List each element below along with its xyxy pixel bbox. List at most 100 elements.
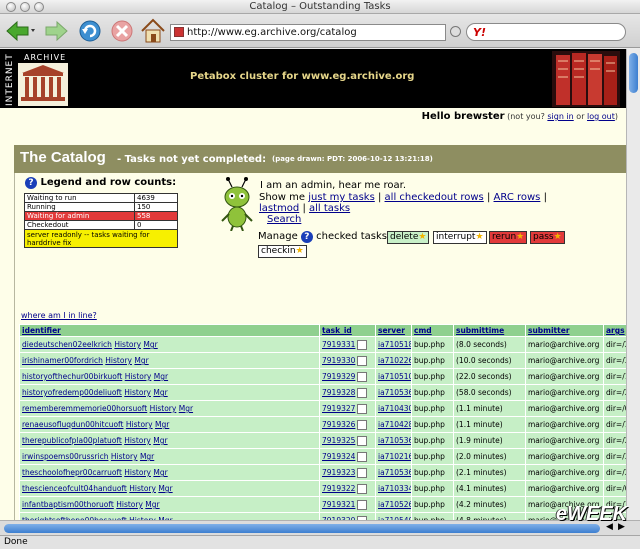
col-submittime[interactable]: submittime bbox=[453, 324, 526, 337]
history-link[interactable]: History bbox=[124, 388, 151, 397]
horizontal-scroll-thumb[interactable] bbox=[4, 524, 600, 533]
col-identifier[interactable]: identifier bbox=[19, 324, 320, 337]
identifier-link[interactable]: irwinspoems00russrich bbox=[22, 452, 108, 461]
mgr-link[interactable]: Mgr bbox=[155, 420, 169, 429]
server-link[interactable]: ia710536 bbox=[378, 468, 411, 477]
history-link[interactable]: History bbox=[105, 356, 132, 365]
server-link[interactable]: ia710430 bbox=[378, 404, 411, 413]
search-link[interactable]: Search bbox=[267, 214, 301, 225]
identifier-link[interactable]: therepublicofpla00platuoft bbox=[22, 436, 122, 445]
task-id-link[interactable]: 7919330 bbox=[322, 356, 355, 365]
search-input[interactable]: Y! bbox=[466, 23, 626, 41]
row-checkbox[interactable] bbox=[357, 467, 368, 478]
row-checkbox[interactable] bbox=[357, 387, 368, 398]
history-link[interactable]: History bbox=[129, 484, 156, 493]
mgr-link[interactable]: Mgr bbox=[134, 356, 148, 365]
task-id-link[interactable]: 7919321 bbox=[322, 500, 355, 509]
col-server[interactable]: server bbox=[375, 324, 412, 337]
server-link[interactable]: ia710334 bbox=[378, 484, 411, 493]
task-id-link[interactable]: 7919326 bbox=[322, 420, 355, 429]
home-button[interactable] bbox=[139, 17, 167, 45]
task-id-link[interactable]: 7919331 bbox=[322, 340, 355, 349]
close-window-button[interactable] bbox=[6, 2, 16, 12]
horizontal-scrollbar[interactable]: ◀ ▶ bbox=[0, 520, 640, 535]
identifier-link[interactable]: thescienceofcult04handuoft bbox=[22, 484, 127, 493]
internet-archive-logo[interactable]: INTERNET ARCHIVE bbox=[2, 51, 70, 107]
server-link[interactable]: ia710510 bbox=[378, 372, 411, 381]
history-link[interactable]: History bbox=[126, 420, 153, 429]
row-checkbox[interactable] bbox=[357, 355, 368, 366]
task-id-link[interactable]: 7919329 bbox=[322, 372, 355, 381]
identifier-link[interactable]: renaeusofluqdun00hitcuoft bbox=[22, 420, 124, 429]
vertical-scroll-thumb[interactable] bbox=[629, 53, 638, 93]
back-button[interactable] bbox=[4, 17, 35, 45]
all-checkedout-rows-link[interactable]: all checkedout rows bbox=[385, 192, 484, 203]
server-link[interactable]: ia710536 bbox=[378, 436, 411, 445]
lastmod-link[interactable]: lastmod bbox=[259, 203, 299, 214]
history-link[interactable]: History bbox=[124, 436, 151, 445]
identifier-link[interactable]: irishinamer00fordrich bbox=[22, 356, 103, 365]
mgr-link[interactable]: Mgr bbox=[153, 388, 167, 397]
mgr-link[interactable]: Mgr bbox=[145, 500, 159, 509]
history-link[interactable]: History bbox=[150, 404, 177, 413]
row-checkbox[interactable] bbox=[357, 483, 368, 494]
all-tasks-link[interactable]: all tasks bbox=[309, 203, 350, 214]
col-args[interactable]: args bbox=[603, 324, 626, 337]
history-link[interactable]: History bbox=[111, 452, 138, 461]
task-id-link[interactable]: 7919322 bbox=[322, 484, 355, 493]
address-bar[interactable]: http://www.eg.archive.org/catalog bbox=[170, 24, 446, 41]
log-out-link[interactable]: log out bbox=[587, 112, 615, 121]
history-link[interactable]: History bbox=[125, 372, 152, 381]
history-link[interactable]: History bbox=[124, 468, 151, 477]
history-link[interactable]: History bbox=[116, 500, 143, 509]
col-cmd[interactable]: cmd bbox=[411, 324, 454, 337]
where-am-i-link[interactable]: where am I in line? bbox=[21, 311, 97, 320]
task-id-link[interactable]: 7919328 bbox=[322, 388, 355, 397]
interrupt-button[interactable]: interrupt★ bbox=[433, 231, 487, 244]
row-checkbox[interactable] bbox=[357, 371, 368, 382]
zoom-window-button[interactable] bbox=[34, 2, 44, 12]
history-link[interactable]: History bbox=[114, 340, 141, 349]
server-link[interactable]: ia710526 bbox=[378, 500, 411, 509]
identifier-link[interactable]: rememberemmemorie00horsuoft bbox=[22, 404, 147, 413]
row-checkbox[interactable] bbox=[357, 499, 368, 510]
mgr-link[interactable]: Mgr bbox=[153, 436, 167, 445]
identifier-link[interactable]: theschoolofhepr00carruoft bbox=[22, 468, 122, 477]
identifier-link[interactable]: historyofredemp00deliuoft bbox=[22, 388, 122, 397]
identifier-link[interactable]: historyofthechur00birkuoft bbox=[22, 372, 122, 381]
col-submitter[interactable]: submitter bbox=[525, 324, 604, 337]
just-my-tasks-link[interactable]: just my tasks bbox=[308, 192, 375, 203]
forward-button[interactable] bbox=[42, 17, 70, 45]
pass-button[interactable]: pass★ bbox=[530, 231, 565, 244]
identifier-link[interactable]: diedeutschen02eelkrich bbox=[22, 340, 112, 349]
help-icon[interactable]: ? bbox=[300, 231, 313, 243]
col-task-id[interactable]: task_id bbox=[319, 324, 376, 337]
mgr-link[interactable]: Mgr bbox=[153, 468, 167, 477]
row-checkbox[interactable] bbox=[357, 451, 368, 462]
row-checkbox[interactable] bbox=[357, 435, 368, 446]
delete-button[interactable]: delete★ bbox=[387, 231, 430, 244]
task-id-link[interactable]: 7919324 bbox=[322, 452, 355, 461]
vertical-scrollbar[interactable] bbox=[626, 49, 640, 520]
sign-in-link[interactable]: sign in bbox=[547, 112, 573, 121]
stop-button[interactable] bbox=[108, 17, 136, 45]
row-checkbox[interactable] bbox=[357, 403, 368, 414]
reload-button[interactable] bbox=[76, 17, 104, 45]
mgr-link[interactable]: Mgr bbox=[154, 372, 168, 381]
checkin-button[interactable]: checkin★ bbox=[258, 245, 307, 258]
row-checkbox[interactable] bbox=[357, 419, 368, 430]
server-link[interactable]: ia710216 bbox=[378, 452, 411, 461]
arc-rows-link[interactable]: ARC rows bbox=[494, 192, 541, 203]
rerun-button[interactable]: rerun★ bbox=[489, 231, 528, 244]
mgr-link[interactable]: Mgr bbox=[140, 452, 154, 461]
task-id-link[interactable]: 7919327 bbox=[322, 404, 355, 413]
server-link[interactable]: ia710518 bbox=[378, 340, 411, 349]
bookmark-icon[interactable] bbox=[450, 26, 461, 37]
row-checkbox[interactable] bbox=[357, 339, 368, 350]
help-icon[interactable]: ? bbox=[25, 177, 37, 189]
identifier-link[interactable]: infantbaptism00thoruoft bbox=[22, 500, 114, 509]
task-id-link[interactable]: 7919325 bbox=[322, 436, 355, 445]
mgr-link[interactable]: Mgr bbox=[179, 404, 193, 413]
minimize-window-button[interactable] bbox=[20, 2, 30, 12]
task-id-link[interactable]: 7919323 bbox=[322, 468, 355, 477]
